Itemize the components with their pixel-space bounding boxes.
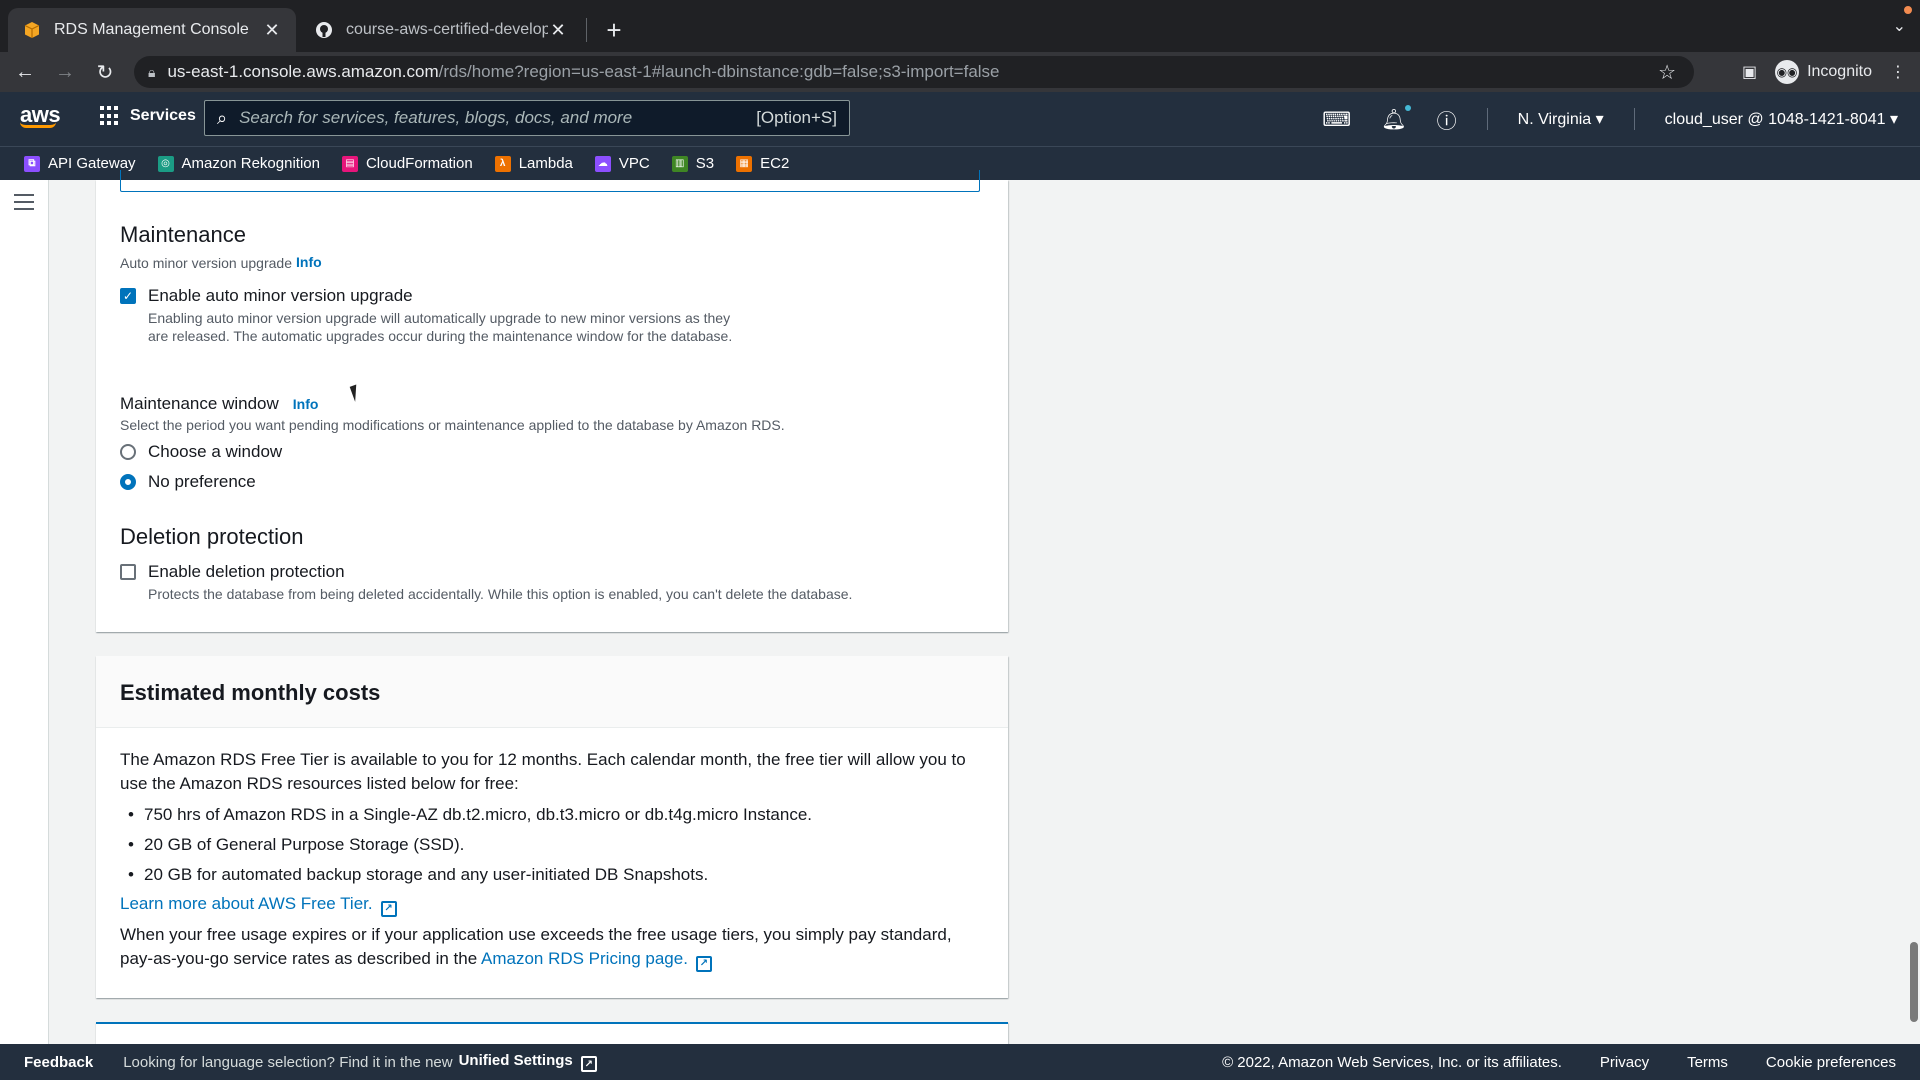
side-panel-icon[interactable]: ▣ [1742, 62, 1757, 82]
search-placeholder: Search for services, features, blogs, do… [239, 108, 633, 127]
incognito-icon: ◉◉ [1775, 60, 1800, 84]
aws-footer: Feedback Looking for language selection?… [0, 1044, 1920, 1080]
browser-tab-strip: RDS Management Console ✕ course-aws-cert… [0, 0, 1920, 52]
list-item: 20 GB for automated backup storage and a… [120, 860, 984, 890]
aws-top-navigation: aws Services ⌕ Search for services, feat… [0, 92, 1920, 146]
page-scrollbar[interactable] [1910, 942, 1918, 1022]
url-host: us-east-1.console.aws.amazon.com [167, 62, 439, 81]
aws-search-input[interactable]: ⌕ Search for services, features, blogs, … [204, 100, 850, 136]
no-preference-label: No preference [148, 472, 256, 491]
lock-icon: 🔒︎ [148, 63, 156, 80]
learn-more-free-tier-link[interactable]: Learn more about AWS Free Tier. [120, 894, 373, 913]
browser-toolbar: ← → ↻ 🔒︎ us-east-1.console.aws.amazon.co… [0, 52, 1920, 92]
side-navigation-rail [0, 180, 49, 1044]
list-item: 750 hrs of Amazon RDS in a Single-AZ db.… [120, 800, 984, 830]
tab-title: RDS Management Console [54, 21, 249, 38]
copyright-text: © 2022, Amazon Web Services, Inc. or its… [1222, 1053, 1562, 1071]
reload-icon[interactable]: ↻ [90, 57, 120, 87]
back-arrow-icon[interactable]: ← [10, 57, 40, 87]
deletion-protection-desc: Protects the database from being deleted… [148, 586, 853, 602]
auto-upgrade-info-link[interactable]: Info [296, 254, 322, 270]
auto-upgrade-label: Auto minor version upgrade [120, 255, 292, 271]
help-icon[interactable]: ⓘ [1437, 105, 1457, 134]
toolbar-right: ▣ ◉◉ Incognito ⋮ [1742, 56, 1906, 88]
github-icon [314, 20, 334, 40]
deletion-protection-checkbox[interactable] [120, 564, 136, 580]
maintenance-window-desc: Select the period you want pending modif… [120, 417, 785, 433]
free-tier-list: 750 hrs of Amazon RDS in a Single-AZ db.… [120, 800, 984, 890]
tab-rds-console[interactable]: RDS Management Console ✕ [8, 8, 296, 52]
cookie-preferences-link[interactable]: Cookie preferences [1766, 1054, 1896, 1071]
estimated-costs-heading: Estimated monthly costs [96, 656, 1008, 728]
external-link-icon: ↗ [380, 901, 397, 917]
no-preference-radio[interactable] [120, 474, 136, 490]
tab-title: course-aws-certified-develope [346, 21, 548, 38]
account-menu[interactable]: cloud_user @ 1048-1421-8041 ▾ [1665, 109, 1898, 129]
choose-window-label: Choose a window [148, 442, 283, 461]
external-link-icon: ↗ [580, 1056, 597, 1073]
favorite-api-gateway[interactable]: ⧉ API Gateway [24, 155, 136, 172]
search-shortcut: [Option+S] [756, 108, 837, 127]
incognito-label: Incognito [1807, 63, 1872, 80]
region-selector[interactable]: N. Virginia ▾ [1518, 109, 1604, 129]
feedback-link[interactable]: Feedback [24, 1054, 93, 1071]
terms-link[interactable]: Terms [1687, 1054, 1728, 1071]
services-menu-button[interactable]: Services [100, 106, 196, 126]
services-label: Services [130, 107, 196, 124]
radio-no-preference[interactable]: No preference [120, 472, 256, 492]
maintenance-window-label: Maintenance window [120, 394, 279, 413]
search-icon: ⌕ [217, 107, 228, 128]
incognito-profile-button[interactable]: ◉◉ Incognito [1775, 60, 1872, 84]
close-tab-icon[interactable]: ✕ [548, 20, 568, 40]
url-path: /rds/home?region=us-east-1#launch-dbinst… [438, 62, 1000, 81]
aws-box-icon [22, 20, 42, 40]
new-tab-icon[interactable]: + [598, 14, 630, 46]
external-link-icon: ↗ [695, 956, 712, 972]
bookmark-star-icon[interactable]: ☆ [1658, 60, 1676, 85]
notifications-bell-icon[interactable]: 🔔︎ [1381, 104, 1411, 132]
radio-choose-window[interactable]: Choose a window [120, 442, 282, 462]
maintenance-window-info-link[interactable]: Info [293, 396, 319, 412]
rds-pricing-link[interactable]: Amazon RDS Pricing page. [481, 949, 688, 968]
cloudshell-icon[interactable]: ⌨ [1322, 107, 1351, 132]
aws-logo[interactable]: aws [20, 102, 61, 128]
free-tier-intro: The Amazon RDS Free Tier is available to… [120, 750, 966, 793]
maintenance-heading: Maintenance [120, 222, 246, 247]
grid-icon [100, 106, 120, 126]
tab-separator [586, 18, 587, 42]
forward-arrow-icon[interactable]: → [50, 57, 80, 87]
choose-window-radio[interactable] [120, 444, 136, 460]
close-tab-icon[interactable]: ✕ [262, 20, 282, 40]
api-gateway-icon: ⧉ [24, 155, 40, 172]
auto-upgrade-checkbox[interactable]: ✓ [120, 288, 136, 304]
tab-github-course[interactable]: course-aws-certified-develope ✕ [300, 8, 582, 52]
unified-settings-link[interactable]: Unified Settings ↗ [459, 1052, 597, 1073]
deletion-protection-heading: Deletion protection [120, 524, 304, 549]
enable-upgrade-label: Enable auto minor version upgrade [148, 286, 413, 305]
enable-upgrade-desc: Enabling auto minor version upgrade will… [148, 310, 733, 344]
maintenance-panel: Maintenance Auto minor version upgrade I… [96, 170, 1008, 632]
previous-field-border [120, 170, 980, 192]
browser-menu-icon[interactable]: ⋮ [1890, 62, 1906, 82]
tab-search-chevron-icon[interactable]: ⌄ [1893, 16, 1906, 36]
hamburger-menu-icon[interactable] [14, 194, 34, 215]
language-hint: Looking for language selection? Find it … [123, 1053, 453, 1071]
list-item: 20 GB of General Purpose Storage (SSD). [120, 830, 984, 860]
update-dot-icon [1904, 6, 1912, 14]
estimated-costs-panel: Estimated monthly costs The Amazon RDS F… [96, 656, 1008, 998]
address-bar[interactable]: 🔒︎ us-east-1.console.aws.amazon.com/rds/… [134, 56, 1694, 88]
aws-header-right: ⌨ 🔔︎ ⓘ N. Virginia ▾ cloud_user @ 1048-1… [1322, 92, 1898, 146]
privacy-link[interactable]: Privacy [1600, 1054, 1649, 1071]
deletion-protection-label: Enable deletion protection [148, 562, 345, 581]
